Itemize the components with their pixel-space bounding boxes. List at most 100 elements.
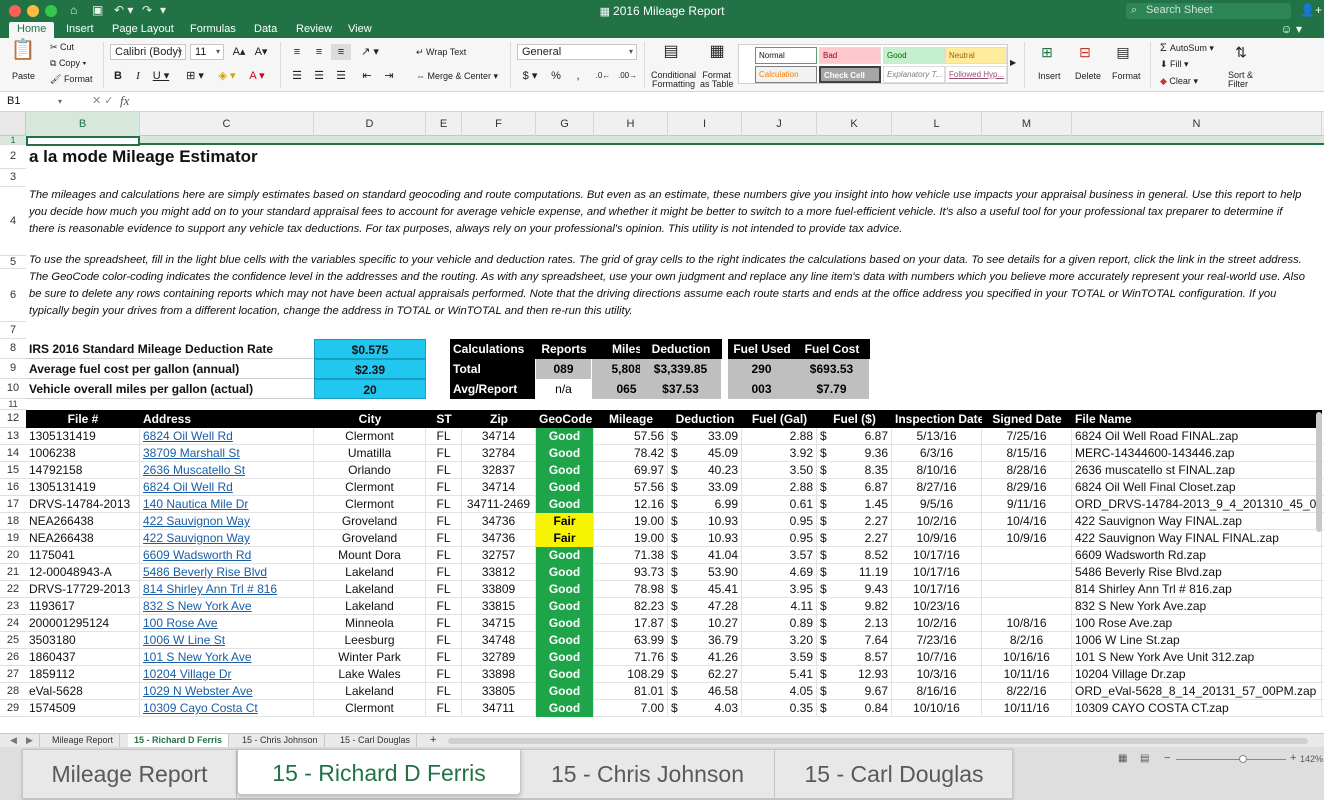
style-bad[interactable]: Bad	[819, 47, 881, 64]
row-header-3[interactable]: 3	[0, 169, 26, 187]
row-header-18[interactable]: 18	[0, 513, 26, 530]
sheet-tab-carl-douglas[interactable]: 15 - Carl Douglas	[334, 734, 418, 748]
autosum-button[interactable]: Σ AutoSum ▾	[1160, 42, 1214, 54]
zoom-slider[interactable]	[1176, 759, 1286, 760]
font-name-select[interactable]: Calibri (Body) ▾	[110, 44, 186, 60]
tab-review[interactable]: Review	[288, 22, 340, 38]
row-header-21[interactable]: 21	[0, 564, 26, 581]
style-calculation[interactable]: Calculation	[755, 66, 817, 83]
address-link[interactable]: 2636 Muscatello St	[140, 462, 314, 479]
orientation-icon[interactable]: ↗ ▾	[357, 44, 383, 60]
row-header-9[interactable]: 9	[0, 359, 26, 379]
row-header-2[interactable]: 2	[0, 145, 26, 169]
fill-button[interactable]: ⬇ Fill ▾	[1160, 59, 1189, 70]
number-format-select[interactable]: General ▾	[517, 44, 637, 60]
row-header-20[interactable]: 20	[0, 547, 26, 564]
row-header-6[interactable]: 6	[0, 269, 26, 322]
font-size-select[interactable]: 11 ▾	[190, 44, 224, 60]
row-header-26[interactable]: 26	[0, 649, 26, 666]
row-header-5[interactable]: 5	[0, 256, 26, 269]
style-explanatory[interactable]: Explanatory T...	[883, 66, 945, 83]
wrap-text-button[interactable]: ↵ Wrap Text	[416, 47, 466, 58]
row-header-22[interactable]: 22	[0, 581, 26, 598]
address-link[interactable]: 5486 Beverly Rise Blvd	[140, 564, 314, 581]
conditional-formatting-icon[interactable]: ▤	[656, 44, 686, 60]
clear-button[interactable]: ◆ Clear ▾	[1160, 76, 1198, 87]
input-value-2[interactable]: $2.39	[314, 359, 426, 379]
row-header-13[interactable]: 13	[0, 428, 26, 445]
address-link[interactable]: 814 Shirley Ann Trl # 816	[140, 581, 314, 598]
paste-button[interactable]: Paste	[12, 71, 35, 81]
comma-icon[interactable]: ,	[569, 68, 587, 84]
row-header-29[interactable]: 29	[0, 700, 26, 717]
copy-button[interactable]: ⧉ Copy ▾	[50, 58, 86, 69]
increase-decimal-icon[interactable]: .0←	[593, 68, 613, 84]
sheet-tab-chris-johnson[interactable]: 15 - Chris Johnson	[236, 734, 325, 748]
tab-data[interactable]: Data	[246, 22, 285, 38]
row-header-11[interactable]: 11	[0, 399, 26, 410]
column-header-b[interactable]: B	[26, 112, 140, 136]
selected-row-1[interactable]	[26, 136, 1324, 145]
column-header-i[interactable]: I	[668, 112, 742, 136]
zoom-in-icon[interactable]: +	[1290, 752, 1296, 764]
page-layout-view-icon[interactable]: ▤	[1140, 753, 1149, 764]
select-all-corner[interactable]	[0, 112, 26, 136]
style-neutral[interactable]: Neutral	[945, 47, 1007, 64]
borders-icon[interactable]: ⊞ ▾	[182, 68, 208, 84]
format-as-table-icon[interactable]: ▦	[702, 44, 732, 60]
column-header-g[interactable]: G	[536, 112, 594, 136]
insert-cells-icon[interactable]: ⊞	[1034, 44, 1060, 60]
column-header-h[interactable]: H	[594, 112, 668, 136]
tab-page-layout[interactable]: Page Layout	[104, 22, 182, 38]
column-header-k[interactable]: K	[817, 112, 892, 136]
italic-button[interactable]: I	[130, 68, 146, 84]
row-header-27[interactable]: 27	[0, 666, 26, 683]
align-top-icon[interactable]: ≡	[287, 44, 307, 60]
zoom-out-icon[interactable]: −	[1164, 752, 1170, 764]
align-right-icon[interactable]: ☰	[331, 68, 351, 84]
percent-button[interactable]: %	[547, 68, 565, 84]
address-link[interactable]: 422 Sauvignon Way	[140, 513, 314, 530]
tab-home[interactable]: Home	[9, 22, 55, 38]
decrease-font-button[interactable]: A▾	[252, 44, 270, 60]
row-header-16[interactable]: 16	[0, 479, 26, 496]
address-link[interactable]: 1006 W Line St	[140, 632, 314, 649]
row-header-7[interactable]: 7	[0, 322, 26, 339]
bold-button[interactable]: B	[110, 68, 126, 84]
row-header-12[interactable]: 12	[0, 410, 26, 428]
format-cells-button[interactable]: Format	[1112, 71, 1141, 81]
merge-center-button[interactable]: ⇔ Merge & Center ▾	[416, 71, 498, 82]
row-header-17[interactable]: 17	[0, 496, 26, 513]
column-header-d[interactable]: D	[314, 112, 426, 136]
address-link[interactable]: 832 S New York Ave	[140, 598, 314, 615]
sort-filter-button[interactable]: Sort & Filter	[1228, 71, 1253, 89]
row-header-10[interactable]: 10	[0, 379, 26, 399]
vertical-scrollbar[interactable]	[1316, 412, 1322, 532]
column-header-m[interactable]: M	[982, 112, 1072, 136]
style-check-cell[interactable]: Check Cell	[819, 66, 881, 83]
format-cells-icon[interactable]: ▤	[1110, 44, 1136, 60]
delete-cells-icon[interactable]: ⊟	[1072, 44, 1098, 60]
format-painter-button[interactable]: 🖌 Format	[50, 74, 92, 85]
row-header-8[interactable]: 8	[0, 339, 26, 359]
horizontal-scrollbar[interactable]	[448, 738, 1308, 744]
next-sheet-icon[interactable]: ▶	[20, 734, 40, 748]
insert-cells-button[interactable]: Insert	[1038, 71, 1061, 81]
big-tab-chris-johnson[interactable]: 15 - Chris Johnson	[521, 750, 775, 798]
normal-view-icon[interactable]: ▦	[1118, 753, 1127, 764]
address-link[interactable]: 6824 Oil Well Rd	[140, 428, 314, 445]
address-link[interactable]: 10309 Cayo Costa Ct	[140, 700, 314, 717]
share-icon[interactable]: 👤+	[1300, 3, 1322, 17]
align-bottom-icon[interactable]: ≡	[331, 44, 351, 60]
align-middle-icon[interactable]: ≡	[309, 44, 329, 60]
sheet-tab-mileage-report[interactable]: Mileage Report	[46, 734, 121, 748]
decrease-indent-icon[interactable]: ⇤	[357, 68, 377, 84]
add-sheet-icon[interactable]: +	[424, 734, 442, 748]
address-link[interactable]: 6824 Oil Well Rd	[140, 479, 314, 496]
decrease-decimal-icon[interactable]: .00→	[617, 68, 637, 84]
align-center-icon[interactable]: ☰	[309, 68, 329, 84]
row-header-28[interactable]: 28	[0, 683, 26, 700]
search-sheet-input[interactable]: ⌕ Search Sheet	[1126, 3, 1291, 19]
sort-filter-icon[interactable]: ⇅	[1228, 44, 1254, 60]
column-header-c[interactable]: C	[140, 112, 314, 136]
